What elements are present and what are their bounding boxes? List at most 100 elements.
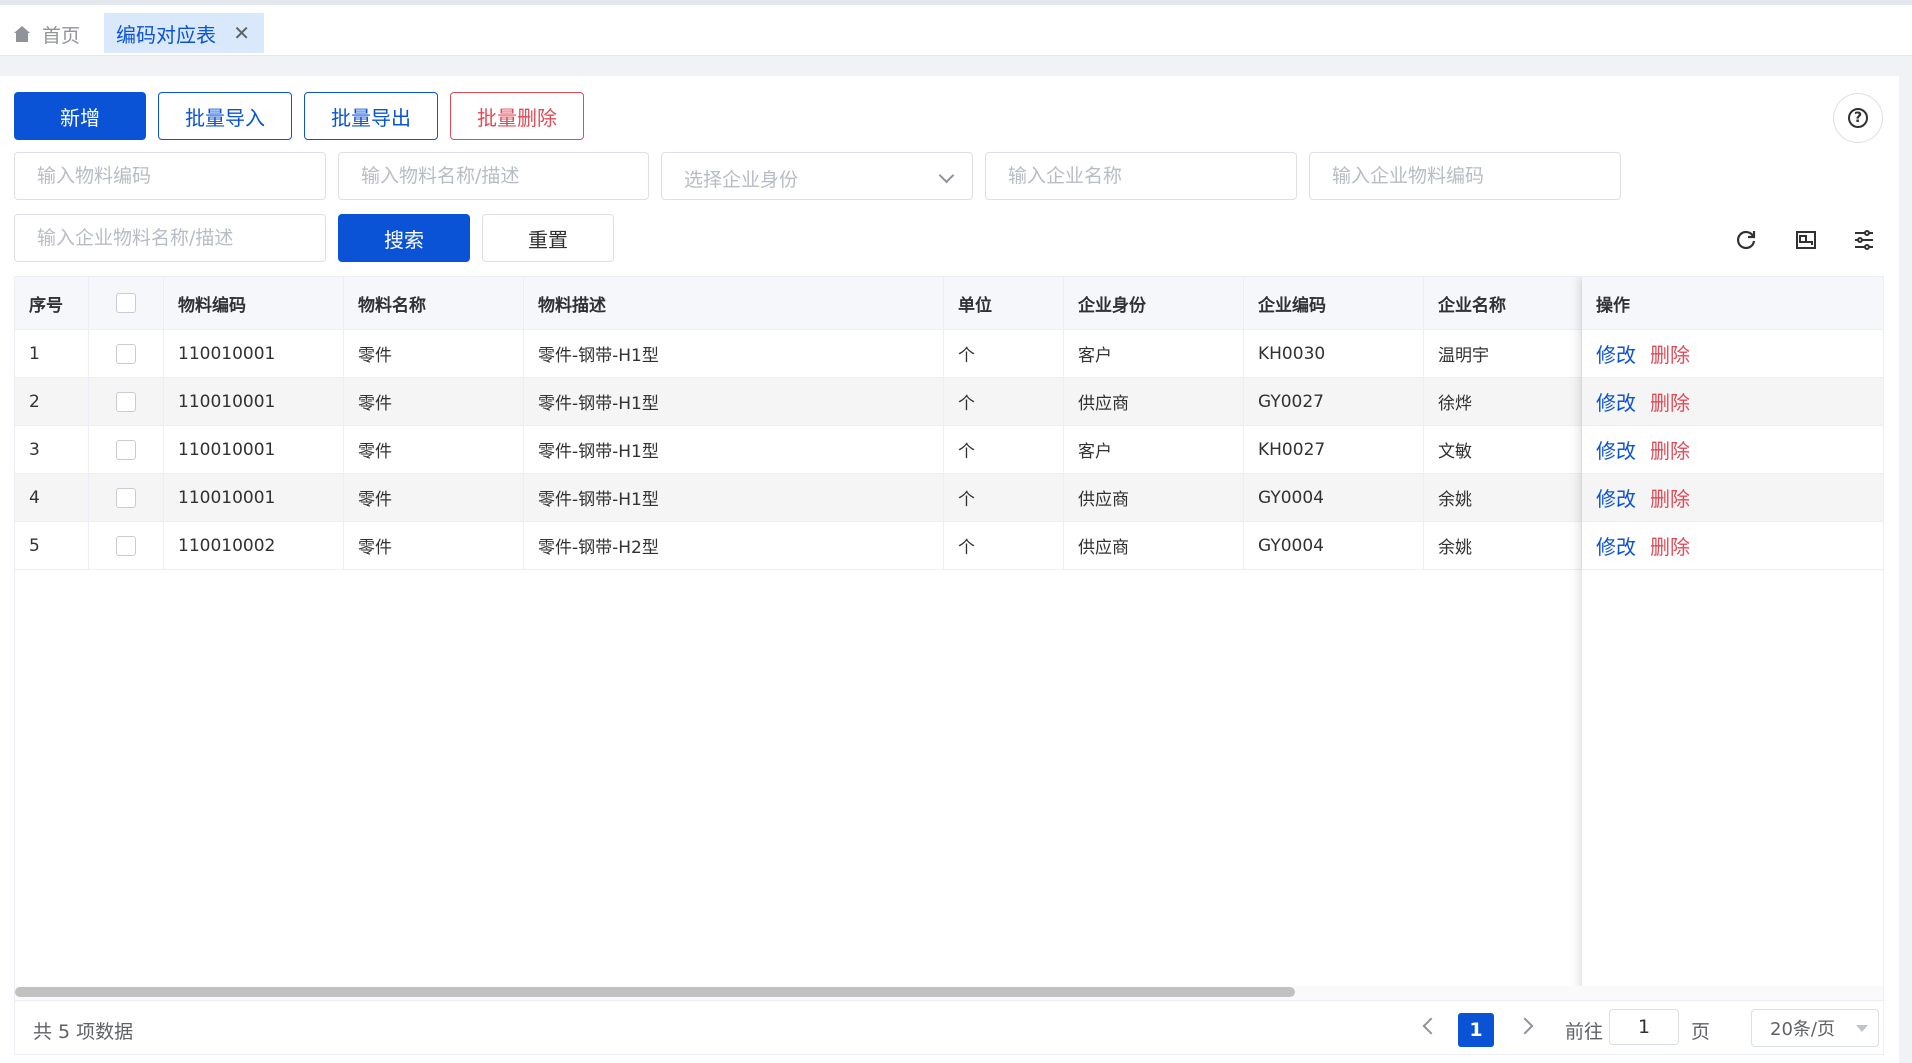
cell-material-name: 零件 bbox=[344, 426, 524, 473]
table-row: 1 110010001 零件 零件-钢带-H1型 个 客户 KH0030 温明宇… bbox=[15, 330, 1883, 378]
header-material-desc: 物料描述 bbox=[524, 277, 944, 329]
close-icon[interactable]: ✕ bbox=[233, 23, 250, 43]
table-row: 4 110010001 零件 零件-钢带-H1型 个 供应商 GY0004 余姚… bbox=[15, 474, 1883, 522]
header-material-code: 物料编码 bbox=[164, 277, 344, 329]
header-unit: 单位 bbox=[944, 277, 1064, 329]
cell-operations: 修改 删除 bbox=[1582, 522, 1883, 569]
caret-down-icon bbox=[1856, 1025, 1868, 1032]
cell-index: 2 bbox=[15, 378, 89, 425]
help-button[interactable]: ? bbox=[1833, 93, 1883, 143]
batch-delete-button[interactable]: 批量删除 bbox=[450, 92, 584, 140]
header-enterprise-code: 企业编码 bbox=[1244, 277, 1424, 329]
cell-select bbox=[89, 474, 164, 521]
goto-suffix: 页 bbox=[1691, 1021, 1711, 1043]
cell-material-code: 110010001 bbox=[164, 474, 344, 521]
cell-select bbox=[89, 426, 164, 473]
cell-enterprise-code: GY0027 bbox=[1244, 378, 1424, 425]
cell-identity: 供应商 bbox=[1064, 522, 1244, 569]
enterprise-material-code-input[interactable] bbox=[1309, 152, 1621, 200]
cell-unit: 个 bbox=[944, 522, 1064, 569]
edit-link[interactable]: 修改 bbox=[1596, 387, 1636, 416]
data-table: 序号 物料编码 物料名称 物料描述 单位 企业身份 企业编码 企业名称 操作 1… bbox=[14, 276, 1884, 1001]
identity-select[interactable]: 选择企业身份 bbox=[661, 152, 973, 200]
chevron-right-icon[interactable] bbox=[1516, 1017, 1534, 1035]
cell-unit: 个 bbox=[944, 378, 1064, 425]
enterprise-material-name-input[interactable] bbox=[14, 214, 326, 262]
cell-index: 5 bbox=[15, 522, 89, 569]
row-checkbox[interactable] bbox=[116, 487, 136, 508]
cell-identity: 供应商 bbox=[1064, 474, 1244, 521]
cell-index: 4 bbox=[15, 474, 89, 521]
cell-material-name: 零件 bbox=[344, 474, 524, 521]
cell-identity: 客户 bbox=[1064, 426, 1244, 473]
cell-material-desc: 零件-钢带-H1型 bbox=[524, 474, 944, 521]
delete-link[interactable]: 删除 bbox=[1650, 483, 1690, 512]
batch-import-button[interactable]: 批量导入 bbox=[158, 92, 292, 140]
edit-link[interactable]: 修改 bbox=[1596, 339, 1636, 368]
select-all-checkbox[interactable] bbox=[116, 293, 136, 313]
density-icon[interactable] bbox=[1792, 226, 1820, 254]
cell-material-name: 零件 bbox=[344, 522, 524, 569]
edit-link[interactable]: 修改 bbox=[1596, 435, 1636, 464]
row-checkbox[interactable] bbox=[116, 391, 136, 412]
cell-select bbox=[89, 522, 164, 569]
batch-export-button[interactable]: 批量导出 bbox=[304, 92, 438, 140]
tab-home-label: 首页 bbox=[42, 24, 81, 47]
cell-operations: 修改 删除 bbox=[1582, 426, 1883, 473]
horizontal-scrollbar[interactable] bbox=[15, 986, 1883, 1000]
pagination-bar: 共 5 项数据 1 前往 页 20条/页 bbox=[14, 1001, 1884, 1055]
reset-button[interactable]: 重置 bbox=[482, 214, 614, 262]
cell-enterprise-name: 温明宇 bbox=[1424, 330, 1582, 377]
identity-select-placeholder: 选择企业身份 bbox=[684, 169, 799, 191]
home-icon bbox=[14, 26, 30, 42]
search-button[interactable]: 搜索 bbox=[338, 214, 470, 262]
delete-link[interactable]: 删除 bbox=[1650, 387, 1690, 416]
scrollbar-thumb[interactable] bbox=[15, 987, 1295, 997]
goto-prefix: 前往 bbox=[1565, 1021, 1604, 1043]
edit-link[interactable]: 修改 bbox=[1596, 531, 1636, 560]
row-checkbox[interactable] bbox=[116, 535, 136, 556]
cell-material-code: 110010002 bbox=[164, 522, 344, 569]
add-button[interactable]: 新增 bbox=[14, 92, 146, 140]
table-header: 序号 物料编码 物料名称 物料描述 单位 企业身份 企业编码 企业名称 操作 bbox=[15, 277, 1883, 330]
chevron-down-icon bbox=[938, 167, 955, 184]
column-settings-icon[interactable] bbox=[1850, 226, 1878, 254]
material-code-input[interactable] bbox=[14, 152, 326, 200]
tab-bar: 首页 编码对应表 ✕ bbox=[0, 0, 1912, 56]
material-name-input[interactable] bbox=[338, 152, 649, 200]
refresh-icon[interactable] bbox=[1732, 226, 1760, 254]
tab-home[interactable]: 首页 bbox=[12, 17, 80, 51]
cell-material-name: 零件 bbox=[344, 330, 524, 377]
cell-material-code: 110010001 bbox=[164, 426, 344, 473]
tab-code-mapping[interactable]: 编码对应表 ✕ bbox=[104, 13, 264, 53]
cell-material-desc: 零件-钢带-H1型 bbox=[524, 378, 944, 425]
chevron-left-icon[interactable] bbox=[1422, 1017, 1440, 1035]
header-operations: 操作 bbox=[1596, 295, 1630, 316]
cell-select bbox=[89, 330, 164, 377]
cell-enterprise-code: GY0004 bbox=[1244, 474, 1424, 521]
header-index: 序号 bbox=[15, 277, 89, 329]
delete-link[interactable]: 删除 bbox=[1650, 531, 1690, 560]
cell-enterprise-code: KH0027 bbox=[1244, 426, 1424, 473]
enterprise-name-input[interactable] bbox=[985, 152, 1297, 200]
table-row: 3 110010001 零件 零件-钢带-H1型 个 客户 KH0027 文敏 … bbox=[15, 426, 1883, 474]
delete-link[interactable]: 删除 bbox=[1650, 339, 1690, 368]
delete-link[interactable]: 删除 bbox=[1650, 435, 1690, 464]
page-number-current[interactable]: 1 bbox=[1458, 1013, 1494, 1047]
header-identity: 企业身份 bbox=[1064, 277, 1244, 329]
cell-select bbox=[89, 378, 164, 425]
goto-page-input[interactable] bbox=[1609, 1009, 1679, 1045]
tab-code-mapping-label: 编码对应表 bbox=[116, 22, 216, 47]
edit-link[interactable]: 修改 bbox=[1596, 483, 1636, 512]
row-checkbox[interactable] bbox=[116, 439, 136, 460]
cell-identity: 供应商 bbox=[1064, 378, 1244, 425]
cell-operations: 修改 删除 bbox=[1582, 378, 1883, 425]
cell-unit: 个 bbox=[944, 474, 1064, 521]
header-enterprise-name: 企业名称 bbox=[1424, 277, 1582, 329]
main-panel: 新增 批量导入 批量导出 批量删除 ? 选择企业身份 搜索 重置 序号 物料编码… bbox=[0, 76, 1899, 1063]
page-size-select[interactable]: 20条/页 bbox=[1751, 1009, 1879, 1047]
header-material-name: 物料名称 bbox=[344, 277, 524, 329]
row-checkbox[interactable] bbox=[116, 343, 136, 364]
question-icon: ? bbox=[1848, 108, 1868, 128]
cell-index: 1 bbox=[15, 330, 89, 377]
